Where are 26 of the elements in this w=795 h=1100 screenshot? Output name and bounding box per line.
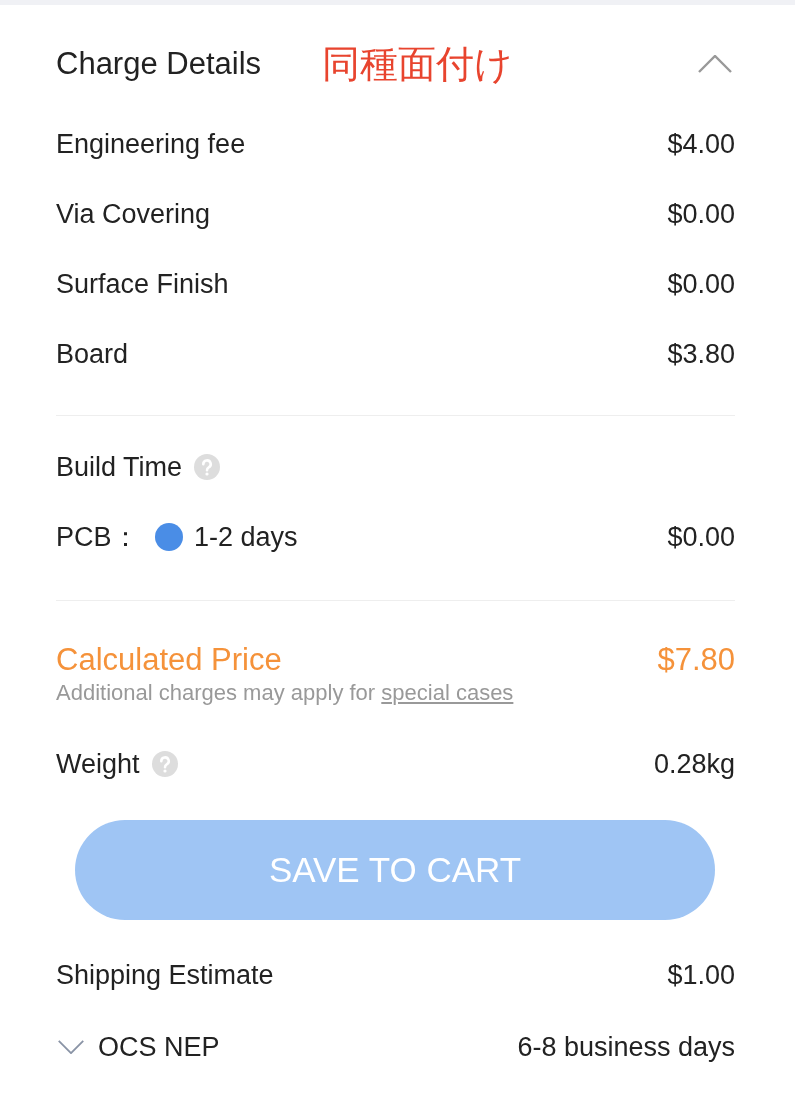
price-note: Additional charges may apply for special cases — [56, 680, 515, 706]
charge-value: $3.80 — [667, 337, 735, 371]
delivery-time: 6-8 business days — [517, 1030, 735, 1064]
charge-value: $0.00 — [667, 197, 735, 231]
charge-value: $4.00 — [667, 127, 735, 161]
option-label[interactable]: 1-2 days — [194, 516, 298, 558]
shipping-value: $1.00 — [667, 958, 735, 992]
section-title: Charge Details — [56, 44, 263, 83]
radio-button[interactable] — [155, 523, 183, 551]
shipping-label: Shipping Estimate — [56, 958, 274, 992]
build-time-label: Build Time — [56, 450, 183, 484]
price-label: Calculated Price — [56, 640, 282, 679]
annotation-text: 同種面付け — [322, 42, 513, 87]
option-group-label: PCB： — [56, 520, 140, 554]
charge-label: Board — [56, 337, 129, 371]
weight-value: 0.28kg — [653, 747, 735, 781]
charge-value: $0.00 — [667, 267, 735, 301]
chevron-up-icon[interactable] — [698, 55, 732, 73]
shipping-method-name[interactable]: OCS NEP — [98, 1026, 220, 1068]
chevron-down-icon[interactable] — [58, 1040, 84, 1054]
charge-label: Surface Finish — [56, 267, 229, 301]
weight-label: Weight — [56, 747, 140, 781]
charge-label: Via Covering — [56, 197, 211, 231]
charge-label: Engineering fee — [56, 127, 246, 161]
price-value: $7.80 — [657, 640, 735, 679]
option-price: $0.00 — [667, 520, 735, 554]
